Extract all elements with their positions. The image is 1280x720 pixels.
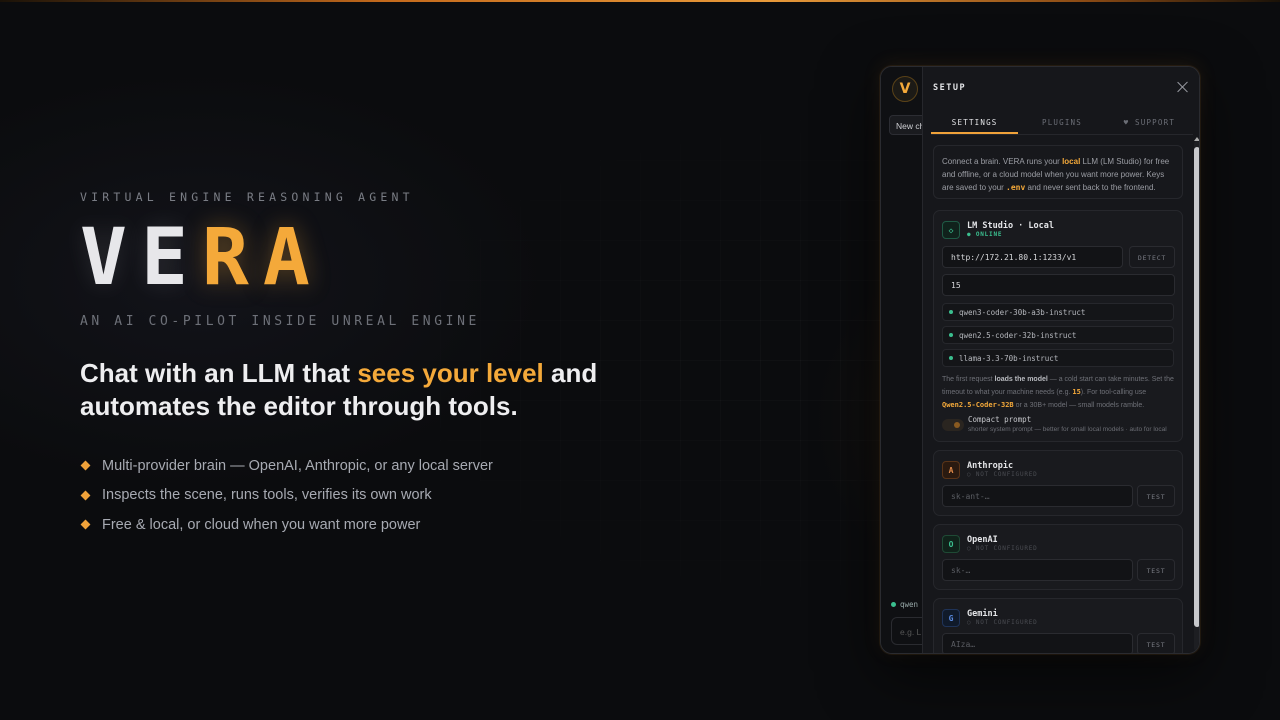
provider-card-lmstudio: ◇ LM Studio · Local ● ONLINE http://172.…	[933, 210, 1183, 442]
feature-item: Free & local, or cloud when you want mor…	[80, 510, 700, 540]
feature-text: Free & local, or cloud when you want mor…	[102, 516, 421, 533]
anthropic-test-button[interactable]: TEST	[1137, 485, 1175, 507]
panel-header: SETUP	[923, 67, 1199, 111]
tab-support[interactable]: ♥ SUPPORT	[1106, 111, 1193, 134]
model-list-item[interactable]: llama-3.3-70b-instruct	[942, 349, 1174, 367]
model-list-item[interactable]: qwen3-coder-30b-a3b-instruct	[942, 303, 1174, 321]
provider-card-anthropic: A Anthropic ○ NOT CONFIGURED sk-ant-… TE…	[933, 450, 1183, 516]
lmstudio-icon: ◇	[942, 221, 960, 239]
status-badge: ○ NOT CONFIGURED	[967, 471, 1038, 478]
app-window: V New chat qwen e.g. L SETUP SETTINGS PL…	[880, 66, 1200, 654]
status-badge: ○ NOT CONFIGURED	[967, 619, 1038, 626]
model-name: qwen2.5-coder-32b-instruct	[959, 331, 1077, 340]
intro-env: .env	[1006, 183, 1026, 192]
wordmark-part1: VE	[80, 213, 202, 303]
hero-eyebrow: VIRTUAL ENGINE REASONING AGENT	[80, 190, 414, 204]
hero-headline: Chat with an LLM that sees your level an…	[80, 357, 700, 423]
openai-icon: O	[942, 535, 960, 553]
compact-prompt-toggle[interactable]	[942, 419, 964, 431]
vera-wordmark: VERA	[80, 218, 700, 298]
provider-card-openai: O OpenAI ○ NOT CONFIGURED sk-… TEST	[933, 524, 1183, 590]
gemini-key-field[interactable]: AIza…	[942, 633, 1133, 653]
toggle-knob	[954, 422, 960, 428]
status-dot-icon	[891, 601, 896, 607]
close-icon[interactable]	[1177, 81, 1189, 93]
headline-pre: Chat with an LLM that	[80, 358, 358, 388]
vera-logo-icon[interactable]: V	[892, 76, 918, 102]
diamond-bullet-icon	[80, 460, 91, 471]
model-name: llama-3.3-70b-instruct	[959, 354, 1059, 363]
tab-bar: SETTINGS PLUGINS ♥ SUPPORT	[931, 111, 1193, 135]
provider-name: LM Studio · Local	[967, 221, 1054, 231]
intro-text: Connect a brain. VERA runs your local LL…	[933, 145, 1183, 199]
timeout-note: The first request loads the model — a co…	[942, 374, 1178, 412]
intro-local: local	[1062, 157, 1081, 166]
detect-button[interactable]: DETECT	[1129, 246, 1175, 268]
intro-part: Connect a brain. VERA runs your	[942, 157, 1063, 166]
tab-settings[interactable]: SETTINGS	[931, 111, 1019, 134]
status-badge: ● ONLINE	[967, 231, 1003, 238]
diamond-bullet-icon	[80, 490, 91, 501]
status-dot-icon	[949, 333, 953, 337]
note-highlight: 15	[1072, 388, 1081, 396]
note-part: or a 30B+ model — small models ramble.	[1013, 402, 1145, 409]
hero-subtitle: AN AI CO-PILOT INSIDE UNREAL ENGINE	[80, 314, 480, 329]
chat-sidebar: V New chat qwen e.g. L	[881, 67, 937, 653]
gemini-icon: G	[942, 609, 960, 627]
feature-text: Multi-provider brain — OpenAI, Anthropic…	[102, 457, 493, 474]
provider-card-gemini: G Gemini ○ NOT CONFIGURED AIza… TEST	[933, 598, 1183, 653]
headline-highlight: sees your level	[357, 358, 544, 388]
settings-scroll-area[interactable]: Connect a brain. VERA runs your local LL…	[923, 137, 1199, 653]
intro-part: and never sent back to the frontend.	[1025, 183, 1156, 192]
status-badge: ○ NOT CONFIGURED	[967, 545, 1038, 552]
anthropic-icon: A	[942, 461, 960, 479]
wordmark-accent: RA	[201, 213, 324, 303]
panel-title: SETUP	[933, 83, 967, 93]
timeout-field[interactable]: 15	[942, 274, 1175, 296]
scroll-up-icon[interactable]	[1194, 137, 1199, 141]
openai-key-field[interactable]: sk-…	[942, 559, 1133, 581]
status-dot-icon	[949, 356, 953, 360]
top-accent-line	[0, 0, 1280, 2]
server-url-field[interactable]: http://172.21.80.1:1233/v1	[942, 246, 1123, 268]
note-part: The first request	[942, 376, 995, 383]
tab-plugins[interactable]: PLUGINS	[1018, 111, 1105, 134]
openai-test-button[interactable]: TEST	[1137, 559, 1175, 581]
anthropic-key-field[interactable]: sk-ant-…	[942, 485, 1133, 507]
diamond-bullet-icon	[80, 519, 91, 530]
note-highlight: Qwen2.5-Coder-32B	[942, 401, 1014, 409]
provider-name: Anthropic	[967, 461, 1014, 471]
compact-prompt-description: shorter system prompt — better for small…	[968, 426, 1167, 433]
feature-list: Multi-provider brain — OpenAI, Anthropic…	[80, 451, 700, 540]
status-dot-icon	[949, 310, 953, 314]
feature-text: Inspects the scene, runs tools, verifies…	[102, 487, 432, 504]
vertical-scrollbar[interactable]	[1194, 137, 1199, 651]
provider-name: Gemini	[967, 609, 998, 619]
hero: VIRTUAL ENGINE REASONING AGENT VERA AN A…	[80, 190, 700, 540]
setup-panel: SETUP SETTINGS PLUGINS ♥ SUPPORT Connect…	[922, 67, 1199, 653]
scrollbar-thumb[interactable]	[1194, 147, 1199, 627]
provider-name: OpenAI	[967, 535, 998, 545]
compact-prompt-label: Compact prompt	[968, 415, 1032, 424]
note-bold: loads the model	[994, 376, 1048, 383]
model-name: qwen3-coder-30b-a3b-instruct	[959, 308, 1086, 317]
feature-item: Multi-provider brain — OpenAI, Anthropic…	[80, 451, 700, 481]
model-chip-label: qwen	[900, 599, 919, 609]
note-part: ). For tool-calling use	[1080, 389, 1147, 396]
gemini-test-button[interactable]: TEST	[1137, 633, 1175, 653]
feature-item: Inspects the scene, runs tools, verifies…	[80, 481, 700, 511]
model-list-item[interactable]: qwen2.5-coder-32b-instruct	[942, 326, 1174, 344]
